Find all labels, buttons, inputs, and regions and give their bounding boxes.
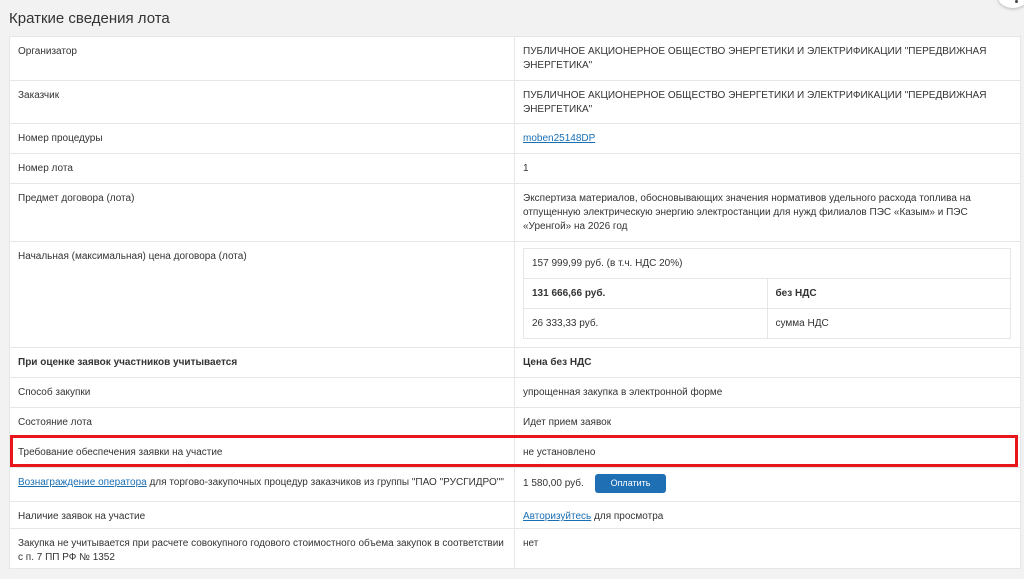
security-value: не установлено <box>514 437 1021 468</box>
organizer-label: Организатор <box>9 36 515 81</box>
applications-value-text: для просмотра <box>591 511 664 522</box>
pay-button[interactable]: Оплатить <box>594 474 667 493</box>
state-label: Состояние лота <box>9 407 515 438</box>
row-applications: Наличие заявок на участие Авторизуйтесь … <box>9 501 1021 529</box>
procedure-number-link[interactable]: moben25148DP <box>523 133 595 144</box>
operator-fee-label-text: для торгово-закупочных процедур заказчик… <box>146 477 504 488</box>
section-title: Краткие сведения лота <box>9 10 170 27</box>
row-organizer: Организатор ПУБЛИЧНОЕ АКЦИОНЕРНОЕ ОБЩЕСТ… <box>9 36 1021 81</box>
price-vat-note: сумма НДС <box>766 308 1011 339</box>
lot-number-value: 1 <box>514 153 1021 184</box>
authorize-link[interactable]: Авторизуйтесь <box>523 511 591 522</box>
row-lot-number: Номер лота 1 <box>9 153 1021 184</box>
annual-volume-value: нет <box>514 528 1021 569</box>
row-evaluation: При оценке заявок участников учитывается… <box>9 347 1021 378</box>
price-total-with-vat: 157 999,99 руб. (в т.ч. НДС 20%) <box>523 248 1011 279</box>
security-label: Требование обеспечения заявки на участие <box>9 437 515 468</box>
customer-label: Заказчик <box>9 80 515 124</box>
row-operator-fee: Вознаграждение оператора для торгово-зак… <box>9 467 1021 502</box>
operator-fee-link[interactable]: Вознаграждение оператора <box>18 477 147 488</box>
row-state: Состояние лота Идет прием заявок <box>9 407 1021 438</box>
annual-volume-label: Закупка не учитывается при расчете совок… <box>9 528 515 569</box>
row-annual-volume: Закупка не учитывается при расчете совок… <box>9 528 1021 569</box>
customer-value: ПУБЛИЧНОЕ АКЦИОНЕРНОЕ ОБЩЕСТВО ЭНЕРГЕТИК… <box>514 80 1021 124</box>
row-procedure-number: Номер процедуры moben25148DP <box>9 123 1021 154</box>
procedure-number-cell: moben25148DP <box>514 123 1021 154</box>
operator-fee-cell: 1 580,00 руб. Оплатить <box>514 467 1021 502</box>
row-security: Требование обеспечения заявки на участие… <box>9 437 1021 468</box>
lot-number-label: Номер лота <box>9 153 515 184</box>
initial-price-cell: 157 999,99 руб. (в т.ч. НДС 20%) 131 666… <box>514 241 1021 348</box>
row-customer: Заказчик ПУБЛИЧНОЕ АКЦИОНЕРНОЕ ОБЩЕСТВО … <box>9 80 1021 124</box>
evaluation-label: При оценке заявок участников учитывается <box>9 347 515 378</box>
operator-fee-label: Вознаграждение оператора для торгово-зак… <box>9 467 515 502</box>
organizer-value: ПУБЛИЧНОЕ АКЦИОНЕРНОЕ ОБЩЕСТВО ЭНЕРГЕТИК… <box>514 36 1021 81</box>
operator-fee-value: 1 580,00 руб. <box>523 478 584 490</box>
row-subject: Предмет договора (лота) Экспертиза матер… <box>9 183 1021 242</box>
row-method: Способ закупки упрощенная закупка в элек… <box>9 377 1021 408</box>
applications-cell: Авторизуйтесь для просмотра <box>514 501 1021 529</box>
initial-price-label: Начальная (максимальная) цена договора (… <box>9 241 515 348</box>
lot-info-table: Организатор ПУБЛИЧНОЕ АКЦИОНЕРНОЕ ОБЩЕСТ… <box>9 36 1021 569</box>
state-value: Идет прием заявок <box>514 407 1021 438</box>
price-vat-amount: 26 333,33 руб. <box>523 308 768 339</box>
subject-label: Предмет договора (лота) <box>9 183 515 242</box>
method-label: Способ закупки <box>9 377 515 408</box>
applications-label: Наличие заявок на участие <box>9 501 515 529</box>
price-row-no-vat: 131 666,66 руб. без НДС <box>523 278 1011 309</box>
dot-icon <box>1015 0 1018 3</box>
price-amount-no-vat: 131 666,66 руб. <box>523 278 768 309</box>
lot-summary-page: Краткие сведения лота Организатор ПУБЛИЧ… <box>0 0 1024 579</box>
price-row-total: 157 999,99 руб. (в т.ч. НДС 20%) <box>523 248 1011 279</box>
row-initial-price: Начальная (максимальная) цена договора (… <box>9 241 1021 348</box>
method-value: упрощенная закупка в электронной форме <box>514 377 1021 408</box>
procedure-number-label: Номер процедуры <box>9 123 515 154</box>
subject-value: Экспертиза материалов, обосновывающих зн… <box>514 183 1021 242</box>
price-no-vat-note: без НДС <box>766 278 1011 309</box>
price-breakdown-table: 157 999,99 руб. (в т.ч. НДС 20%) 131 666… <box>523 248 1011 339</box>
evaluation-value: Цена без НДС <box>514 347 1021 378</box>
price-row-vat: 26 333,33 руб. сумма НДС <box>523 308 1011 339</box>
